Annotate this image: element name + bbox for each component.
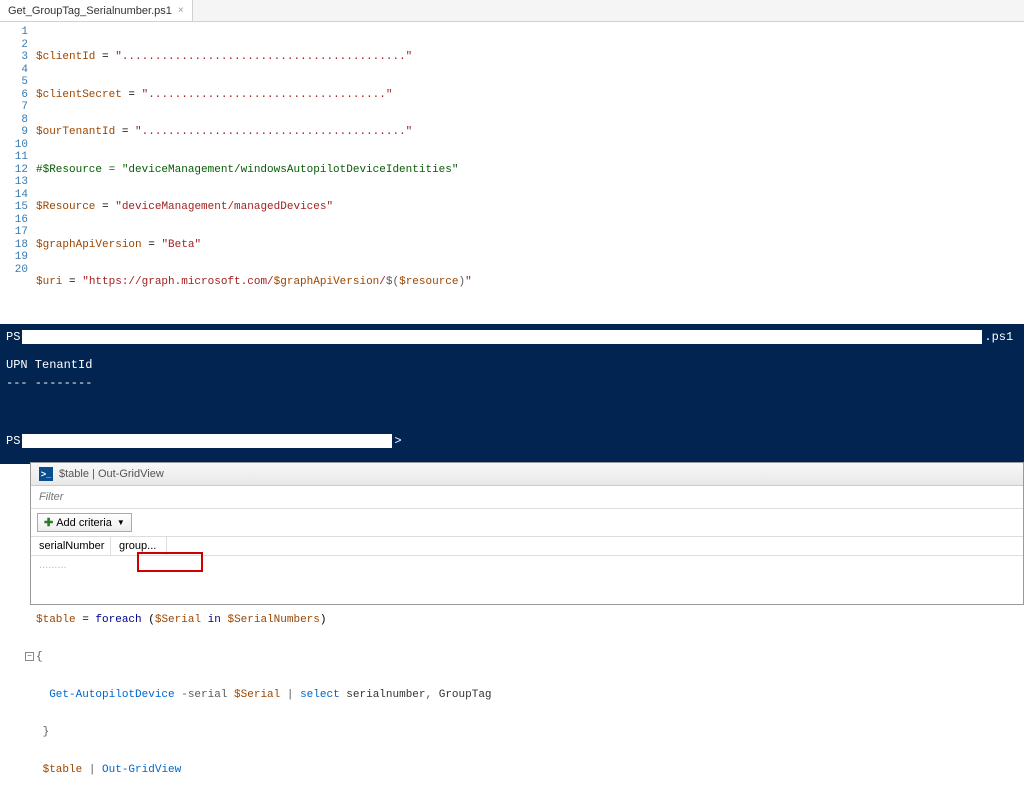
plus-icon: ✚ [44, 516, 53, 529]
table-row[interactable]: ......... [31, 556, 1023, 574]
gridview-titlebar[interactable]: >_ $table | Out-GridView [31, 463, 1023, 486]
console-line: PS .ps1 [6, 328, 1018, 346]
filter-input[interactable] [31, 486, 1023, 508]
criteria-row: ✚ Add criteria ▼ [31, 509, 1023, 537]
data-grid: serialNumber group... ......... [31, 537, 1023, 604]
cell-serialnumber: ......... [31, 556, 111, 574]
fold-icon[interactable]: − [25, 652, 34, 661]
column-header[interactable]: serialNumber [31, 537, 111, 555]
tab-bar: Get_GroupTag_Serialnumber.ps1 × [0, 0, 1024, 22]
close-icon[interactable]: × [178, 5, 184, 16]
chevron-down-icon: ▼ [117, 518, 125, 527]
highlight-annotation [137, 552, 203, 572]
tab-label: Get_GroupTag_Serialnumber.ps1 [8, 5, 172, 17]
line-gutter: 1234567891011121314151617181920 [0, 22, 36, 324]
console-divider: --- -------- [6, 374, 1018, 392]
gridview-window: >_ $table | Out-GridView ✚ Add criteria … [30, 462, 1024, 605]
console-header: UPN TenantId [6, 356, 1018, 374]
code-area[interactable]: $clientId = "...........................… [36, 22, 1024, 324]
console-line: PS > [6, 432, 1018, 450]
filter-row [31, 486, 1023, 509]
gridview-title: $table | Out-GridView [59, 468, 164, 480]
console-pane[interactable]: PS .ps1 UPN TenantId --- -------- PS > [0, 324, 1024, 464]
add-criteria-button[interactable]: ✚ Add criteria ▼ [37, 513, 132, 532]
powershell-icon: >_ [39, 467, 53, 481]
file-tab[interactable]: Get_GroupTag_Serialnumber.ps1 × [0, 0, 193, 21]
code-editor[interactable]: 1234567891011121314151617181920 $clientI… [0, 22, 1024, 324]
